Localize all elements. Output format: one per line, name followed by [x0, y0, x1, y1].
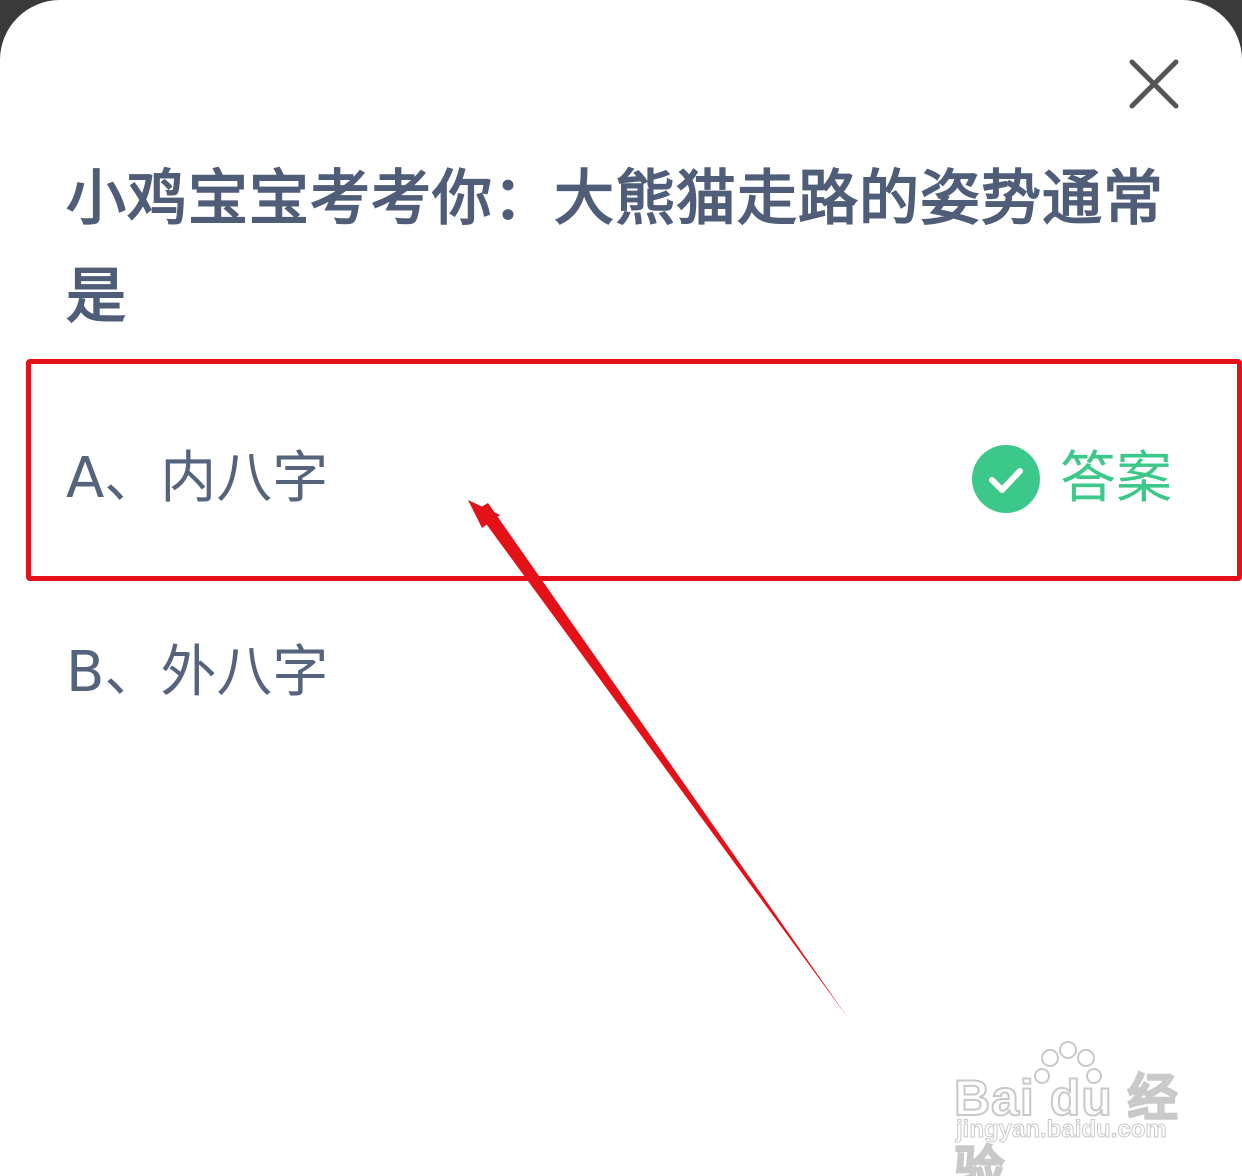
answer-label: 答案 — [1060, 446, 1172, 511]
answer-badge: 答案 — [972, 444, 1172, 514]
close-icon — [1129, 59, 1179, 109]
baidu-jingyan-watermark: Bai du 经验 jingyan.baidu.com — [948, 1040, 1188, 1176]
option-b[interactable]: B、外八字 — [66, 638, 328, 708]
quiz-dialog: 小鸡宝宝考考你：大熊猫走路的姿势通常是 A、内八字 答案 B、外八字 Bai d… — [0, 0, 1242, 1176]
question-text: 小鸡宝宝考考你：大熊猫走路的姿势通常是 — [66, 164, 1164, 332]
check-circle-icon — [972, 445, 1040, 513]
close-button[interactable] — [1124, 54, 1184, 114]
option-a[interactable]: A、内八字 — [66, 444, 328, 514]
watermark-url: jingyan.baidu.com — [956, 1116, 1168, 1144]
